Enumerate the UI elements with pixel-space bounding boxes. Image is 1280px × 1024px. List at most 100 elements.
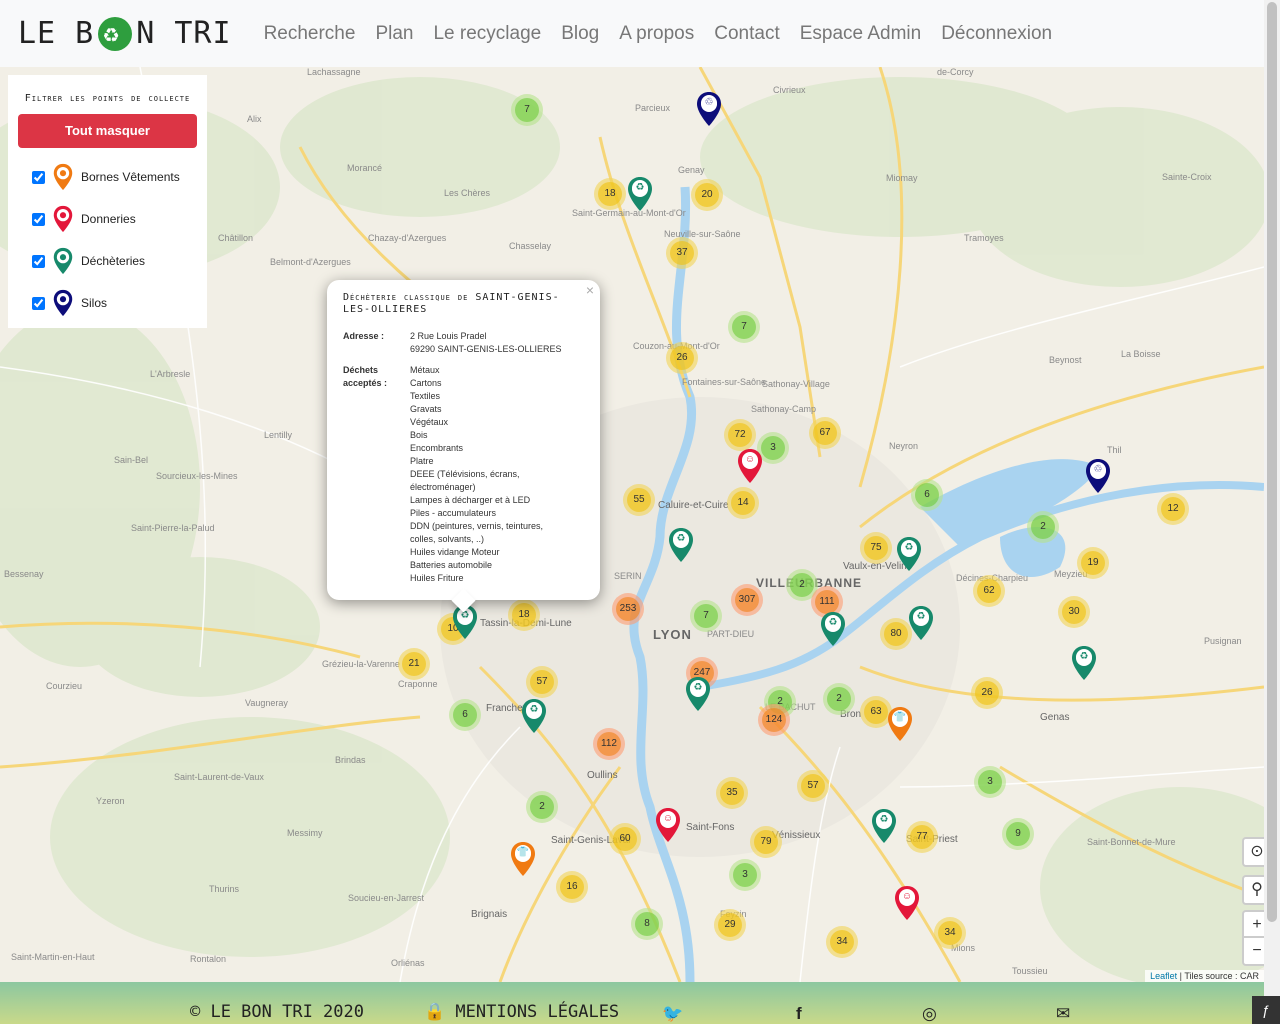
marker-cluster[interactable]: 77 — [906, 821, 938, 853]
marker-cluster[interactable]: 2 — [526, 791, 558, 823]
marker-cluster[interactable]: 14 — [727, 487, 759, 519]
brand-logo[interactable]: LE B N TRI — [18, 16, 232, 51]
decheterie-pin-icon[interactable]: ♻ — [908, 605, 934, 641]
decheterie-pin-icon[interactable]: ♻ — [1071, 645, 1097, 681]
place-label: Courzieu — [46, 681, 83, 691]
silo-pin-icon[interactable]: ♲ — [696, 91, 722, 127]
marker-cluster[interactable]: 55 — [623, 484, 655, 516]
filter-checkbox[interactable] — [32, 254, 45, 268]
marker-cluster[interactable]: 7 — [690, 600, 722, 632]
marker-cluster[interactable]: 12 — [1157, 493, 1189, 525]
twitter-icon[interactable]: 🐦 — [662, 1004, 683, 1024]
donnerie-pin-icon[interactable]: ☺ — [737, 448, 763, 484]
search-icon[interactable]: ⚲ — [1242, 875, 1264, 905]
marker-cluster[interactable]: 26 — [971, 677, 1003, 709]
filter-checkbox[interactable] — [32, 212, 45, 226]
marker-cluster[interactable]: 34 — [934, 917, 966, 949]
nav-blog[interactable]: Blog — [561, 23, 599, 45]
pin-glyph-icon: ♻ — [825, 615, 841, 631]
marker-cluster[interactable]: 19 — [1077, 547, 1109, 579]
filter-item-donneries[interactable]: Donneries — [32, 198, 197, 240]
marker-cluster[interactable]: 124 — [758, 704, 790, 736]
nav-recherche[interactable]: Recherche — [264, 23, 356, 45]
footer-legal-link[interactable]: 🔒 MENTIONS LÉGALES — [424, 1002, 619, 1022]
close-icon[interactable]: × — [586, 282, 594, 298]
marker-cluster[interactable]: 60 — [609, 823, 641, 855]
symfony-toolbar-icon[interactable]: ƒ — [1252, 996, 1280, 1024]
marker-cluster[interactable]: 57 — [526, 666, 558, 698]
marker-cluster[interactable]: 7 — [511, 94, 543, 126]
marker-cluster[interactable]: 30 — [1058, 596, 1090, 628]
leaflet-link[interactable]: Leaflet — [1150, 971, 1177, 981]
place-label: Lentilly — [264, 430, 293, 440]
facebook-icon[interactable]: f — [796, 1004, 802, 1024]
marker-cluster[interactable]: 3 — [974, 766, 1006, 798]
marker-cluster[interactable]: 7 — [728, 311, 760, 343]
nav-plan[interactable]: Plan — [375, 23, 413, 45]
marker-cluster[interactable]: 57 — [797, 770, 829, 802]
filter-checkbox[interactable] — [32, 296, 45, 310]
donnerie-pin-icon — [53, 205, 73, 233]
marker-cluster[interactable]: 26 — [666, 342, 698, 374]
nav-espace-admin[interactable]: Espace Admin — [800, 23, 921, 45]
marker-cluster[interactable]: 9 — [1002, 818, 1034, 850]
marker-cluster[interactable]: 29 — [714, 909, 746, 941]
filter-item-decheteries[interactable]: Déchèteries — [32, 240, 197, 282]
marker-cluster[interactable]: 67 — [809, 417, 841, 449]
marker-cluster[interactable]: 72 — [724, 419, 756, 451]
decheterie-pin-icon[interactable]: ♻ — [871, 808, 897, 844]
marker-cluster[interactable]: 253 — [612, 593, 644, 625]
marker-cluster[interactable]: 62 — [973, 575, 1005, 607]
place-label: Saint-Laurent-de-Vaux — [174, 772, 264, 782]
marker-cluster[interactable]: 6 — [911, 479, 943, 511]
marker-cluster[interactable]: 3 — [729, 859, 761, 891]
marker-cluster[interactable]: 2 — [1027, 511, 1059, 543]
zoom-out-button[interactable]: − — [1242, 936, 1264, 966]
marker-cluster[interactable]: 34 — [826, 926, 858, 958]
filter-item-silos[interactable]: Silos — [32, 282, 197, 324]
marker-cluster[interactable]: 2 — [823, 683, 855, 715]
marker-cluster[interactable]: 112 — [593, 728, 625, 760]
marker-cluster[interactable]: 18 — [594, 178, 626, 210]
marker-cluster[interactable]: 20 — [691, 179, 723, 211]
marker-cluster[interactable]: 35 — [716, 777, 748, 809]
silo-pin-icon[interactable]: ♲ — [1085, 458, 1111, 494]
decheterie-pin-icon[interactable]: ♻ — [627, 176, 653, 212]
filter-item-bornes[interactable]: Bornes Vêtements — [32, 156, 197, 198]
place-label: Thurins — [209, 884, 240, 894]
filter-checkbox[interactable] — [32, 170, 45, 184]
locate-icon[interactable]: ⊙ — [1242, 837, 1264, 867]
decheterie-pin-icon[interactable]: ♻ — [896, 536, 922, 572]
nav-contact[interactable]: Contact — [714, 23, 779, 45]
pin-glyph-icon: 👕 — [515, 845, 531, 861]
nav-deconnexion[interactable]: Déconnexion — [941, 23, 1052, 45]
marker-cluster[interactable]: 79 — [750, 826, 782, 858]
borne-pin-icon[interactable]: 👕 — [510, 841, 536, 877]
decheterie-pin-icon[interactable]: ♻ — [668, 527, 694, 563]
marker-cluster[interactable]: 307 — [731, 584, 763, 616]
scrollbar-thumb[interactable] — [1267, 2, 1277, 922]
brand-text-left: LE B — [18, 16, 95, 51]
map-popup: × Déchèterie classique de SAINT-GENIS-LE… — [327, 280, 600, 613]
marker-cluster[interactable]: 75 — [860, 532, 892, 564]
nav-a-propos[interactable]: A propos — [619, 23, 694, 45]
decheterie-pin-icon[interactable]: ♻ — [685, 676, 711, 712]
donnerie-pin-icon[interactable]: ☺ — [655, 807, 681, 843]
decheterie-pin-icon[interactable]: ♻ — [820, 611, 846, 647]
marker-cluster[interactable]: 37 — [666, 237, 698, 269]
marker-cluster[interactable]: 16 — [556, 871, 588, 903]
marker-cluster[interactable]: 6 — [449, 699, 481, 731]
marker-cluster[interactable]: 21 — [398, 648, 430, 680]
donnerie-pin-icon[interactable]: ☺ — [894, 885, 920, 921]
borne-pin-icon[interactable]: 👕 — [887, 706, 913, 742]
instagram-icon[interactable]: ◎ — [922, 1004, 937, 1024]
marker-cluster[interactable]: 8 — [631, 908, 663, 940]
hide-all-button[interactable]: Tout masquer — [18, 114, 197, 148]
decheterie-pin-icon[interactable]: ♻ — [521, 698, 547, 734]
envelope-icon[interactable]: ✉ — [1056, 1004, 1070, 1024]
marker-cluster[interactable]: 18 — [508, 599, 540, 631]
page-scrollbar[interactable] — [1264, 0, 1280, 1024]
nav-recyclage[interactable]: Le recyclage — [433, 23, 541, 45]
waste-item: Piles - accumulateurs — [410, 508, 497, 518]
waste-item: Lampes à décharger et à LED — [410, 495, 531, 505]
